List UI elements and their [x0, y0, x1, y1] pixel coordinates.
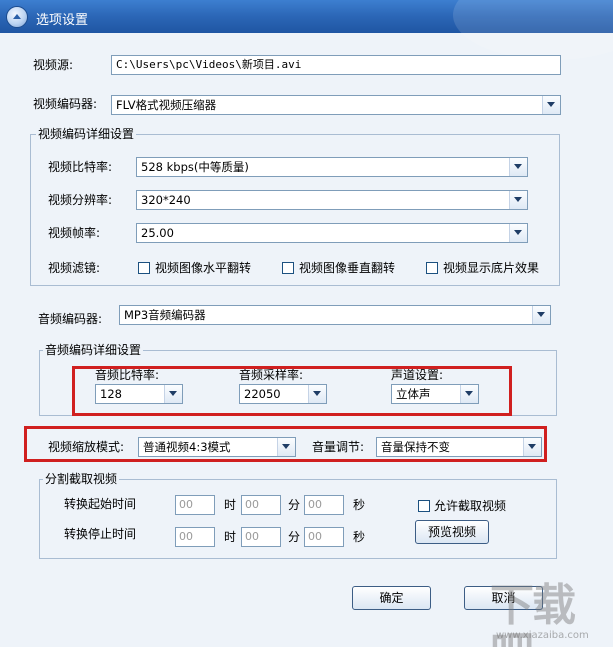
video-encoder-value: FLV格式视频压缩器 — [116, 98, 217, 112]
video-bitrate-select[interactable]: 528 kbps(中等质量) — [136, 157, 528, 177]
ok-button[interactable]: 确定 — [352, 586, 431, 610]
clip-group — [39, 479, 557, 559]
video-resolution-select[interactable]: 320*240 — [136, 190, 528, 210]
watermark-logo: 下载吧 www.xiazaiba.com — [490, 582, 610, 647]
title-bar-decoration — [453, 0, 613, 60]
end-second-unit: 秒 — [353, 530, 366, 544]
chevron-down-icon[interactable] — [542, 96, 560, 114]
window-title: 选项设置 — [36, 13, 89, 28]
scaling-highlight-box — [24, 426, 547, 462]
audio-encoder-label: 音频编码器: — [38, 312, 103, 326]
negative-label[interactable]: 视频显示底片效果 — [443, 261, 539, 275]
allow-clip-label[interactable]: 允许截取视频 — [434, 499, 506, 513]
start-minute-input[interactable]: 00 — [241, 495, 281, 515]
negative-checkbox[interactable] — [426, 262, 438, 274]
video-resolution-value: 320*240 — [141, 193, 191, 207]
video-bitrate-value: 528 kbps(中等质量) — [141, 160, 249, 174]
vflip-checkbox[interactable] — [282, 262, 294, 274]
video-framerate-select[interactable]: 25.00 — [136, 223, 528, 243]
start-second-input[interactable]: 00 — [304, 495, 344, 515]
end-minute-unit: 分 — [288, 530, 301, 544]
title-bar[interactable]: 选项设置 — [0, 0, 613, 60]
hflip-label[interactable]: 视频图像水平翻转 — [155, 261, 251, 275]
start-hour-input[interactable]: 00 — [175, 495, 215, 515]
start-minute-unit: 分 — [288, 498, 301, 512]
end-second-input[interactable]: 00 — [304, 527, 344, 547]
chevron-down-icon[interactable] — [509, 158, 527, 176]
end-hour-unit: 时 — [224, 530, 237, 544]
video-encoder-select[interactable]: FLV格式视频压缩器 — [111, 95, 561, 115]
start-second-unit: 秒 — [353, 498, 366, 512]
video-resolution-label: 视频分辨率: — [48, 193, 113, 207]
audio-detail-group-title: 音频编码详细设置 — [43, 343, 144, 357]
video-framerate-value: 25.00 — [141, 226, 174, 240]
watermark-url: www.xiazaiba.com — [496, 630, 589, 641]
app-icon — [6, 6, 28, 28]
video-filter-label: 视频滤镜: — [48, 261, 101, 275]
clip-group-title: 分割截取视频 — [43, 472, 120, 486]
end-minute-input[interactable]: 00 — [241, 527, 281, 547]
end-time-label: 转换停止时间 — [64, 527, 137, 541]
video-encoder-label: 视频编码器: — [33, 97, 98, 111]
end-hour-input[interactable]: 00 — [175, 527, 215, 547]
chevron-down-icon[interactable] — [532, 306, 550, 324]
hflip-checkbox[interactable] — [138, 262, 150, 274]
vflip-label[interactable]: 视频图像垂直翻转 — [299, 261, 395, 275]
source-label: 视频源: — [33, 58, 74, 72]
video-detail-group-title: 视频编码详细设置 — [36, 127, 137, 141]
chevron-down-icon[interactable] — [509, 224, 527, 242]
source-path-field[interactable]: C:\Users\pc\Videos\新项目.avi — [111, 55, 561, 75]
start-time-label: 转换起始时间 — [64, 497, 137, 511]
preview-video-button[interactable]: 预览视频 — [415, 520, 489, 544]
chevron-down-icon[interactable] — [509, 191, 527, 209]
video-framerate-label: 视频帧率: — [48, 226, 101, 240]
audio-highlight-box — [72, 366, 512, 416]
allow-clip-checkbox[interactable] — [418, 500, 430, 512]
options-dialog: 选项设置 视频源: C:\Users\pc\Videos\新项目.avi 视频编… — [0, 0, 613, 647]
audio-encoder-select[interactable]: MP3音频编码器 — [119, 305, 551, 325]
audio-encoder-value: MP3音频编码器 — [124, 308, 206, 322]
start-hour-unit: 时 — [224, 498, 237, 512]
video-bitrate-label: 视频比特率: — [48, 160, 113, 174]
